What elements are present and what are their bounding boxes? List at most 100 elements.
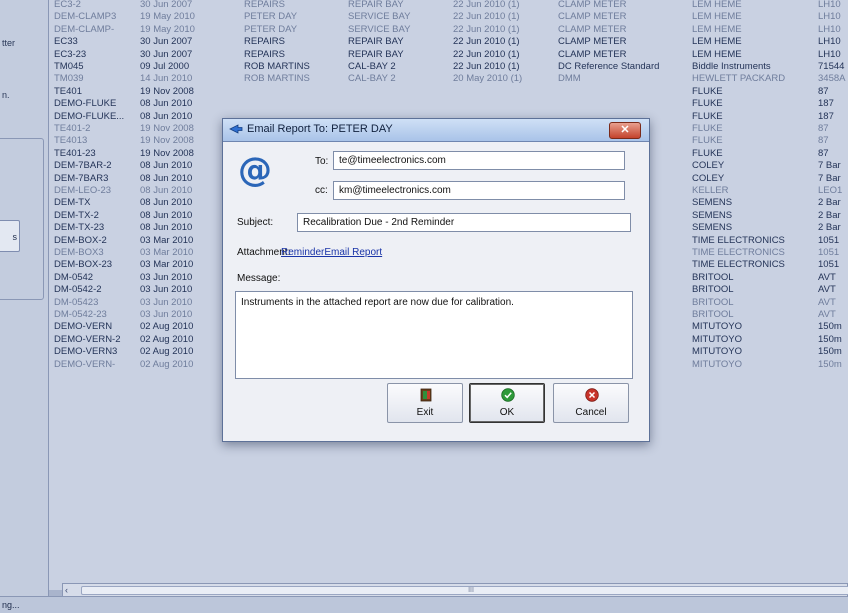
cell-asset-id: DM-05423	[54, 296, 99, 308]
cell-cal-due-date: 19 May 2010	[140, 23, 195, 35]
table-row[interactable]: DEMO-FLUKE 08 Jun 2010 FLUKE 187	[48, 98, 848, 110]
message-field[interactable]	[235, 291, 633, 379]
table-row[interactable]: TM045 09 Jul 2000 ROB MARTINS CAL-BAY 2 22 J…	[48, 61, 848, 73]
cell-asset-id: TE401-23	[54, 147, 96, 159]
cell-model: 150m	[818, 321, 842, 333]
cell-model: 2 Bar	[818, 197, 841, 209]
table-row[interactable]: DEM-CLAMP- 19 May 2010 PETER DAY SERVICE BA…	[48, 24, 848, 36]
scroll-left-arrow-icon[interactable]: ‹	[65, 584, 68, 596]
cell-cal-due-date: 02 Aug 2010	[140, 346, 194, 358]
subject-label: Subject:	[237, 217, 274, 228]
cell-cal-due-date: 03 Mar 2010	[140, 234, 194, 246]
cell-cal-due-date: 19 May 2010	[140, 11, 195, 23]
cell-cal-due-date: 02 Aug 2010	[140, 333, 194, 345]
cell-cal-due-date: 02 Aug 2010	[140, 358, 194, 370]
cell-model: 87	[818, 147, 829, 159]
table-row[interactable]: TE401 19 Nov 2008 FLUKE 87	[48, 86, 848, 98]
cell-asset-id: DEM-BOX-2	[54, 234, 107, 246]
cell-cal-due-date: 03 Mar 2010	[140, 259, 194, 271]
cell-owner: ROB MARTINS	[244, 73, 310, 85]
cell-model: 187	[818, 98, 834, 110]
cc-field[interactable]	[333, 181, 625, 200]
to-field[interactable]	[333, 151, 625, 170]
sidebar-label-option: n.	[2, 90, 10, 100]
cell-asset-id: DEM-TX-2	[54, 209, 99, 221]
cell-manufacturer: MITUTOYO	[692, 321, 742, 333]
cell-model: LH10	[818, 48, 841, 60]
ok-button[interactable]: OK	[469, 383, 545, 423]
cell-last-cal: 22 Jun 2010 (1)	[453, 48, 520, 60]
cell-asset-id: TE401	[54, 85, 82, 97]
cell-cal-due-date: 14 Jun 2010	[140, 73, 193, 85]
cell-model: LH10	[818, 11, 841, 23]
cell-manufacturer: BRITOOL	[692, 284, 734, 296]
cancel-button-label: Cancel	[575, 407, 607, 418]
horizontal-scrollbar[interactable]: ‹ III	[62, 583, 848, 597]
cell-model: 3458A	[818, 73, 846, 85]
cell-cal-due-date: 03 Jun 2010	[140, 296, 193, 308]
cc-label: cc:	[315, 185, 328, 196]
cell-asset-id: DEM-BOX3	[54, 247, 104, 258]
subject-field[interactable]	[297, 213, 631, 232]
cell-asset-id: DEM-BOX-23	[54, 259, 113, 271]
cell-asset-id: DEMO-VERN3	[54, 346, 118, 358]
cell-asset-id: TM039	[54, 73, 84, 85]
cell-manufacturer: KELLER	[692, 185, 729, 196]
cell-cal-due-date: 19 Nov 2008	[140, 135, 194, 147]
cell-model: 7 Bar	[818, 160, 841, 172]
cell-location: SERVICE BAY	[348, 23, 411, 35]
cell-model: AVT	[818, 271, 836, 283]
cell-model: 150m	[818, 346, 842, 358]
cell-asset-id: DM-0542	[54, 271, 94, 283]
cell-cal-due-date: 08 Jun 2010	[140, 222, 193, 234]
cell-cal-due-date: 08 Jun 2010	[140, 160, 193, 172]
cell-asset-id: DEM-7BAR3	[54, 172, 109, 184]
cell-cal-due-date: 30 Jun 2007	[140, 36, 193, 48]
table-row[interactable]: EC3-2 30 Jun 2007 REPAIRS REPAIR BAY 22 Jun …	[48, 0, 848, 11]
status-bar: ng...	[0, 596, 848, 613]
table-row[interactable]: EC33 30 Jun 2007 REPAIRS REPAIR BAY 22 Jun 2…	[48, 36, 848, 48]
close-button[interactable]: ✕	[609, 122, 641, 139]
cell-last-cal: 22 Jun 2010 (1)	[453, 0, 520, 10]
cell-manufacturer: LEM HEME	[692, 0, 742, 10]
exit-button[interactable]: Exit	[387, 383, 463, 423]
cell-cal-due-date: 02 Aug 2010	[140, 321, 194, 333]
sidebar-label-filter: tter	[2, 38, 16, 48]
cell-owner: REPAIRS	[244, 0, 286, 10]
attachment-link[interactable]: ReminderEmail Report	[281, 247, 382, 258]
cell-manufacturer: TIME ELECTRONICS	[692, 234, 785, 246]
table-row[interactable]: EC3-23 30 Jun 2007 REPAIRS REPAIR BAY 22 Jun…	[48, 49, 848, 61]
cell-last-cal: 22 Jun 2010 (1)	[453, 23, 520, 35]
cell-asset-id: EC33	[54, 36, 78, 48]
cell-model: LH10	[818, 36, 841, 48]
email-send-icon	[229, 124, 243, 134]
cell-manufacturer: BRITOOL	[692, 271, 734, 283]
cell-manufacturer: MITUTOYO	[692, 358, 742, 370]
cell-model: 150m	[818, 333, 842, 345]
cell-manufacturer: BRITOOL	[692, 296, 734, 308]
cell-model: 87	[818, 135, 829, 147]
cell-owner: REPAIRS	[244, 48, 286, 60]
cell-asset-id: DEMO-VERN-2	[54, 333, 121, 345]
ok-button-label: OK	[499, 407, 515, 418]
table-row[interactable]: DEM-CLAMP3 19 May 2010 PETER DAY SERVICE BA…	[48, 11, 848, 23]
cell-manufacturer: FLUKE	[692, 135, 723, 147]
sidebar-button[interactable]: s	[0, 220, 20, 252]
cell-model: 1051	[818, 234, 840, 246]
cell-cal-due-date: 08 Jun 2010	[140, 110, 193, 122]
scrollbar-thumb[interactable]: III	[81, 586, 848, 595]
cell-asset-id: TE401-2	[54, 123, 91, 134]
cell-manufacturer: FLUKE	[692, 85, 723, 97]
cell-cal-due-date: 08 Jun 2010	[140, 209, 193, 221]
cell-model: 71544	[818, 61, 845, 72]
cell-model: 87	[818, 85, 829, 97]
cell-asset-id: DM-0542-23	[54, 309, 107, 320]
cell-location: SERVICE BAY	[348, 11, 411, 23]
dialog-titlebar[interactable]: Email Report To: PETER DAY ✕	[223, 119, 649, 142]
cancel-button[interactable]: Cancel	[553, 383, 629, 423]
cell-description: CLAMP METER	[558, 11, 627, 23]
cell-cal-due-date: 30 Jun 2007	[140, 48, 193, 60]
table-row[interactable]: TM039 14 Jun 2010 ROB MARTINS CAL-BAY 2 20 M…	[48, 73, 848, 85]
cell-location: CAL-BAY 2	[348, 73, 396, 85]
cell-cal-due-date: 30 Jun 2007	[140, 0, 193, 10]
